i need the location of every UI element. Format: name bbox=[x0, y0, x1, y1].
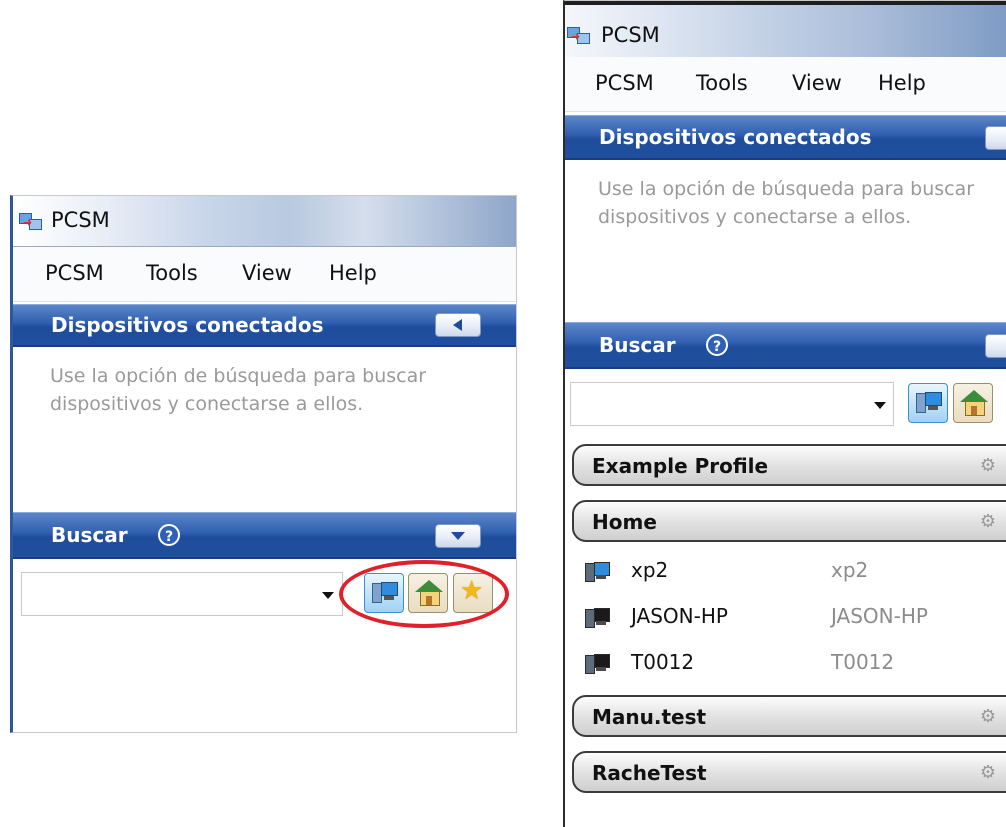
device-row-xp2[interactable]: xp2 xp2 bbox=[585, 554, 985, 594]
chevron-down-icon bbox=[451, 532, 465, 540]
gear-icon[interactable]: ⚙ bbox=[980, 706, 996, 727]
hint-line-1: Use la opción de búsqueda para buscar bbox=[50, 365, 427, 387]
gear-icon[interactable]: ⚙ bbox=[980, 511, 996, 532]
menu-pcsm[interactable]: PCSM bbox=[45, 261, 104, 285]
device-row-t0012[interactable]: T0012 T0012 bbox=[585, 646, 985, 686]
device-name: xp2 bbox=[631, 558, 669, 582]
pcsm-window-right: ➜ PCSM PCSM Tools View Help Dispositivos… bbox=[563, 0, 1006, 827]
device-name: T0012 bbox=[631, 650, 695, 674]
device-host: xp2 bbox=[831, 558, 869, 582]
search-title: Buscar bbox=[599, 333, 676, 357]
hint-line-2: dispositivos y conectarse a ellos. bbox=[50, 393, 364, 415]
pcsm-app-icon: ➜ bbox=[567, 25, 591, 45]
device-host: JASON-HP bbox=[831, 604, 928, 628]
gear-icon[interactable]: ⚙ bbox=[980, 762, 996, 783]
collapse-search-button[interactable] bbox=[985, 334, 1006, 358]
device-name: JASON-HP bbox=[631, 604, 728, 628]
help-icon[interactable]: ? bbox=[158, 524, 180, 546]
red-highlight-circle bbox=[339, 560, 509, 628]
home-icon bbox=[960, 390, 988, 416]
dropdown-arrow-icon[interactable] bbox=[874, 402, 886, 409]
pcsm-window-left: ➜ PCSM PCSM Tools View Help Dispositivos… bbox=[10, 195, 517, 733]
window-title: PCSM bbox=[601, 23, 660, 47]
group-label: RacheTest bbox=[592, 761, 707, 785]
group-label: Home bbox=[592, 510, 657, 534]
device-host: T0012 bbox=[831, 650, 895, 674]
group-example-profile[interactable]: Example Profile ⚙ bbox=[572, 444, 1006, 486]
collapse-connected-button[interactable] bbox=[435, 313, 481, 337]
computer-icon bbox=[916, 390, 942, 414]
menu-view[interactable]: View bbox=[242, 261, 292, 285]
collapse-search-button[interactable] bbox=[435, 524, 481, 548]
menu-tools[interactable]: Tools bbox=[696, 71, 748, 95]
window-title: PCSM bbox=[51, 208, 110, 232]
menu-help[interactable]: Help bbox=[878, 71, 926, 95]
connected-devices-hint: Use la opción de búsqueda para buscar di… bbox=[50, 362, 426, 418]
menu-bar: PCSM Tools View Help bbox=[13, 247, 516, 302]
chevron-left-icon bbox=[453, 319, 462, 331]
device-row-jason-hp[interactable]: JASON-HP JASON-HP bbox=[585, 600, 985, 640]
title-bar: ➜ PCSM bbox=[13, 196, 516, 247]
scan-network-button[interactable] bbox=[908, 383, 948, 423]
computer-icon bbox=[585, 652, 610, 674]
group-rachetest[interactable]: RacheTest ⚙ bbox=[572, 751, 1006, 793]
menu-tools[interactable]: Tools bbox=[146, 261, 198, 285]
collapse-connected-button[interactable] bbox=[985, 126, 1006, 150]
computer-icon bbox=[585, 606, 610, 628]
hint-line-1: Use la opción de búsqueda para buscar bbox=[598, 178, 975, 200]
home-button[interactable] bbox=[953, 383, 993, 423]
title-bar: ➜ PCSM bbox=[565, 1, 1006, 58]
search-header: Buscar ? bbox=[565, 322, 1006, 369]
menu-bar: PCSM Tools View Help bbox=[565, 57, 1006, 112]
group-manu-test[interactable]: Manu.test ⚙ bbox=[572, 695, 1006, 737]
connected-devices-header: Dispositivos conectados bbox=[13, 304, 516, 347]
group-home[interactable]: Home ⚙ bbox=[572, 500, 1006, 542]
hint-line-2: dispositivos y conectarse a ellos. bbox=[598, 206, 912, 228]
search-input[interactable] bbox=[570, 382, 894, 426]
search-input[interactable] bbox=[21, 572, 343, 616]
connected-devices-title: Dispositivos conectados bbox=[599, 125, 872, 149]
group-label: Manu.test bbox=[592, 705, 707, 729]
computer-icon bbox=[585, 560, 610, 582]
menu-view[interactable]: View bbox=[792, 71, 842, 95]
menu-pcsm[interactable]: PCSM bbox=[595, 71, 654, 95]
help-icon[interactable]: ? bbox=[706, 334, 728, 356]
gear-icon[interactable]: ⚙ bbox=[980, 455, 996, 476]
connected-devices-title: Dispositivos conectados bbox=[51, 313, 324, 337]
pcsm-app-icon: ➜ bbox=[19, 211, 43, 231]
group-label: Example Profile bbox=[592, 454, 769, 478]
connected-devices-header: Dispositivos conectados bbox=[565, 115, 1006, 160]
search-header: Buscar ? bbox=[13, 512, 516, 559]
connected-devices-hint: Use la opción de búsqueda para buscar di… bbox=[598, 175, 974, 231]
dropdown-arrow-icon[interactable] bbox=[322, 592, 334, 599]
search-title: Buscar bbox=[51, 523, 128, 547]
menu-help[interactable]: Help bbox=[329, 261, 377, 285]
